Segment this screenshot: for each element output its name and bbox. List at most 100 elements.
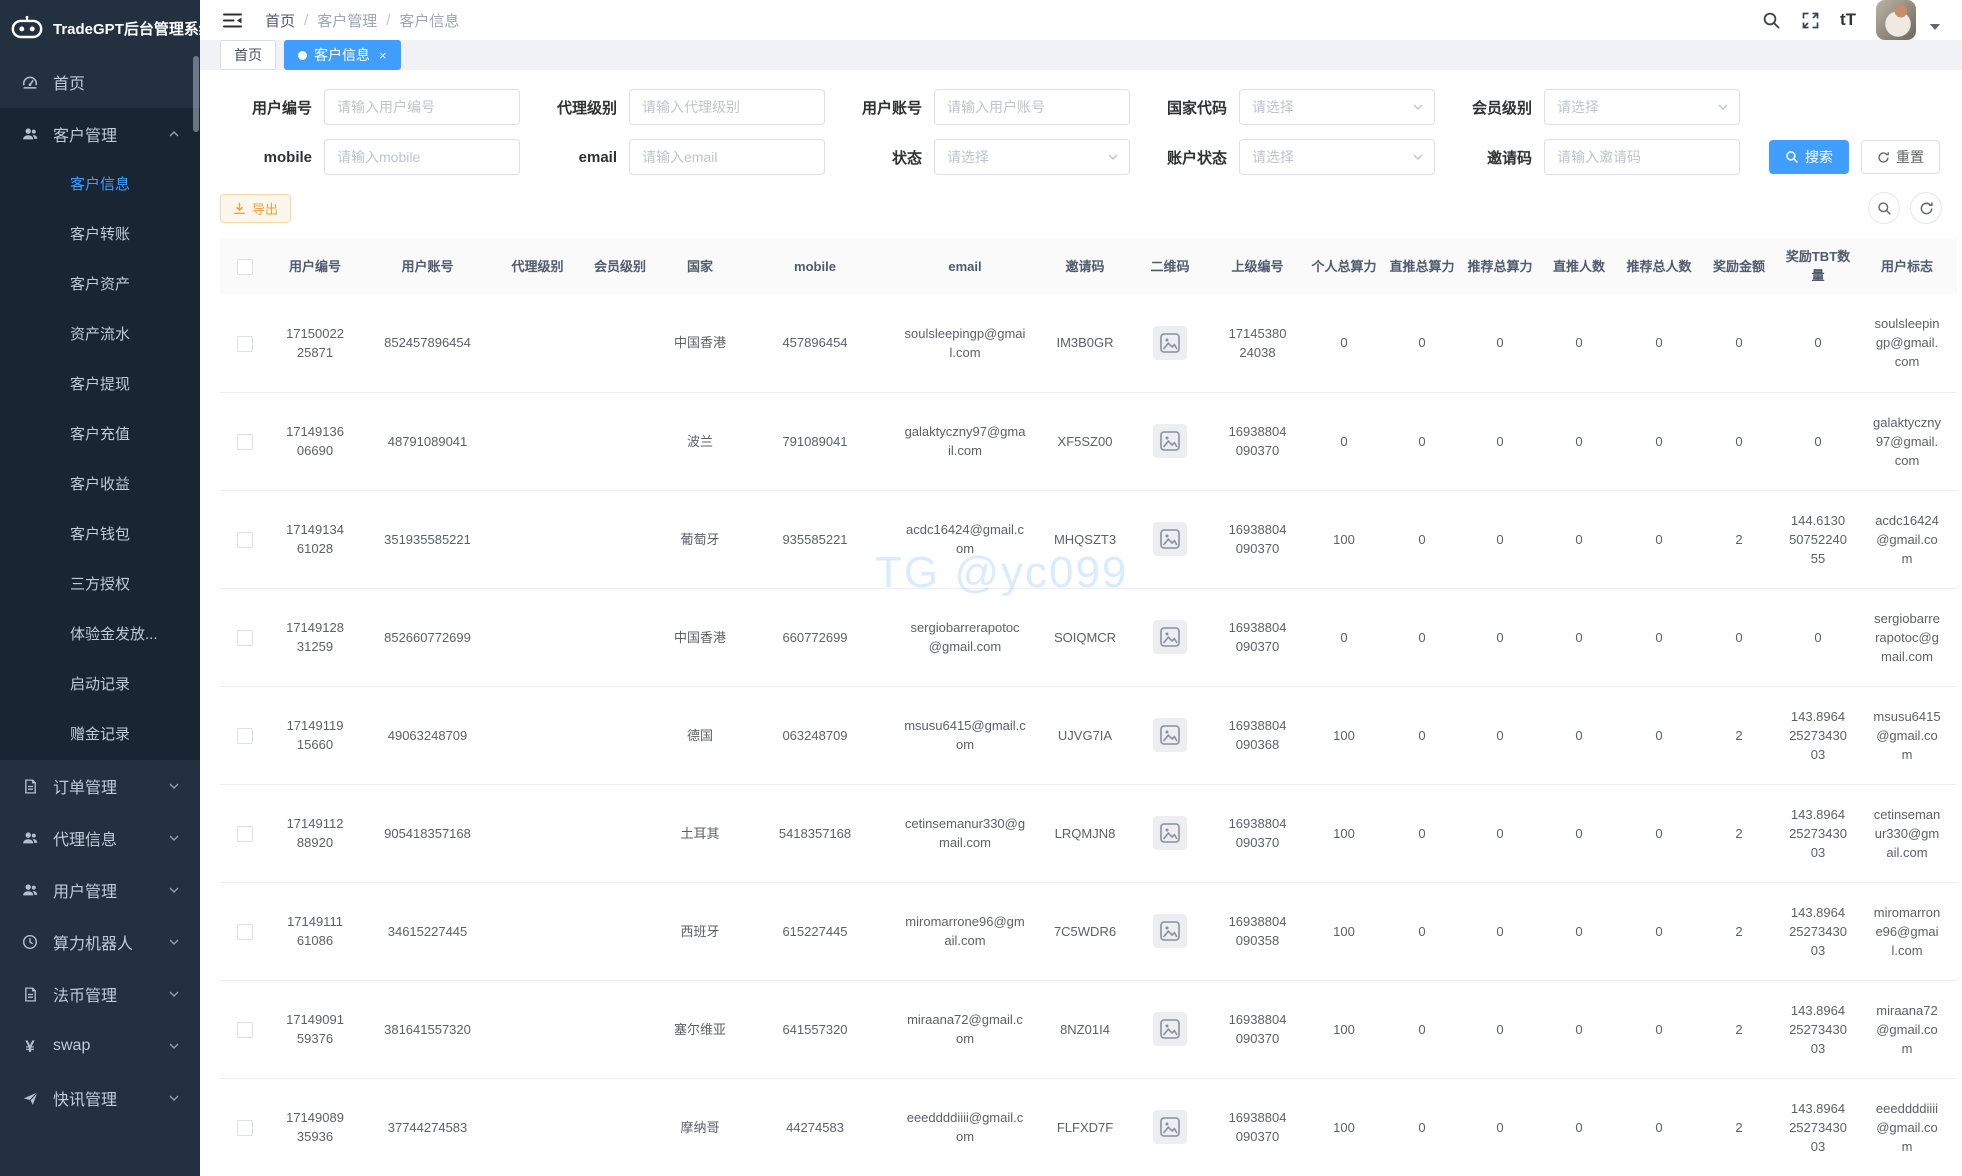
qr-code-thumbnail[interactable] — [1153, 816, 1187, 850]
sidebar-item-6[interactable]: 法币管理 — [0, 968, 200, 1020]
sidebar-subitem[interactable]: 体验金发放... — [0, 610, 200, 660]
cell-reward_tbt: 0 — [1814, 432, 1821, 451]
breadcrumb-separator: / — [304, 12, 308, 29]
caret-down-icon[interactable] — [1930, 24, 1940, 30]
row-checkbox[interactable] — [237, 336, 253, 352]
export-button[interactable]: 导出 — [220, 194, 291, 223]
cell-direct_count: 0 — [1575, 628, 1582, 647]
filter-input[interactable] — [934, 89, 1130, 125]
tab-close-icon[interactable]: × — [379, 48, 387, 63]
select-all-checkbox[interactable] — [237, 259, 253, 275]
row-checkbox[interactable] — [237, 532, 253, 548]
cell-direct_power: 0 — [1418, 1118, 1425, 1137]
cell-direct_power: 0 — [1418, 922, 1425, 941]
row-checkbox[interactable] — [237, 924, 253, 940]
filter-select[interactable]: 请选择 — [1239, 89, 1435, 125]
sidebar-subitem[interactable]: 客户信息 — [0, 160, 200, 210]
cell-reward_amount: 2 — [1735, 1020, 1742, 1039]
sidebar-scrollbar[interactable] — [193, 56, 199, 132]
reset-button[interactable]: 重置 — [1861, 140, 1940, 174]
collapse-menu-icon[interactable] — [222, 11, 243, 30]
filter-input[interactable] — [1544, 139, 1740, 175]
sidebar-subitem[interactable]: 客户充值 — [0, 410, 200, 460]
sidebar-item-3[interactable]: 代理信息 — [0, 812, 200, 864]
row-checkbox[interactable] — [237, 826, 253, 842]
user-avatar[interactable] — [1876, 0, 1916, 40]
filter-input[interactable] — [629, 139, 825, 175]
fullscreen-icon[interactable] — [1801, 11, 1820, 30]
filter-label: 用户账号 — [830, 97, 922, 118]
filter-input[interactable] — [324, 89, 520, 125]
sidebar-subitem[interactable]: 三方授权 — [0, 560, 200, 610]
cell-account: 351935585221 — [384, 530, 471, 549]
sidebar-item-4[interactable]: 用户管理 — [0, 864, 200, 916]
search-button[interactable]: 搜索 — [1769, 140, 1849, 174]
filter-form: 用户编号代理级别用户账号国家代码请选择会员级别请选择mobileemail状态请… — [220, 89, 1942, 175]
qr-code-thumbnail[interactable] — [1153, 326, 1187, 360]
qr-code-thumbnail[interactable] — [1153, 718, 1187, 752]
cell-email: acdc16424@gmail.com — [904, 520, 1026, 558]
sidebar-item-label: 法币管理 — [53, 982, 117, 1006]
column-header-qr: 二维码 — [1130, 238, 1210, 294]
breadcrumb-item[interactable]: 客户管理 — [317, 10, 377, 31]
select-all-header[interactable] — [220, 238, 270, 294]
cell-parent_id: 16938804090358 — [1229, 912, 1287, 950]
qr-code-thumbnail[interactable] — [1153, 620, 1187, 654]
breadcrumb-item[interactable]: 客户信息 — [399, 10, 459, 31]
row-checkbox[interactable] — [237, 1022, 253, 1038]
cell-referral_total: 0 — [1655, 432, 1662, 451]
sidebar-item-8[interactable]: 快讯管理 — [0, 1072, 200, 1124]
sidebar-subitem[interactable]: 客户提现 — [0, 360, 200, 410]
table-refresh-icon[interactable] — [1910, 192, 1942, 224]
filter-select[interactable]: 请选择 — [934, 139, 1130, 175]
sidebar-item-0[interactable]: 首页 — [0, 56, 200, 108]
qr-code-thumbnail[interactable] — [1153, 522, 1187, 556]
filter-input[interactable] — [629, 89, 825, 125]
row-checkbox[interactable] — [237, 630, 253, 646]
table-row: 171491191566049063248709德国063248709msusu… — [220, 686, 1957, 784]
qr-code-thumbnail[interactable] — [1153, 1012, 1187, 1046]
sidebar-subitem[interactable]: 资产流水 — [0, 310, 200, 360]
tab-item[interactable]: 首页 — [220, 40, 276, 70]
sidebar-item-1[interactable]: 客户管理 — [0, 108, 200, 160]
cell-email: cetinsemanur330@gmail.com — [904, 814, 1026, 852]
column-header-reward_amount: 奖励金额 — [1699, 238, 1779, 294]
row-checkbox[interactable] — [237, 1120, 253, 1136]
sidebar-subitem[interactable]: 客户钱包 — [0, 510, 200, 560]
filter-select[interactable]: 请选择 — [1544, 89, 1740, 125]
qr-code-thumbnail[interactable] — [1153, 914, 1187, 948]
table-row: 171491116108634615227445西班牙615227445miro… — [220, 882, 1957, 980]
tab-active[interactable]: 客户信息× — [284, 40, 401, 70]
filter-select[interactable]: 请选择 — [1239, 139, 1435, 175]
sidebar-subitem[interactable]: 客户收益 — [0, 460, 200, 510]
breadcrumb-item[interactable]: 首页 — [265, 10, 295, 31]
sidebar-subitem[interactable]: 赠金记录 — [0, 710, 200, 760]
sidebar-item-7[interactable]: ¥swap — [0, 1020, 200, 1072]
cell-mobile: 935585221 — [782, 530, 847, 549]
dashboard-icon — [20, 73, 40, 91]
cell-reward_amount: 2 — [1735, 1118, 1742, 1137]
cell-reward_amount: 0 — [1735, 628, 1742, 647]
filter-field-5: mobile — [220, 139, 525, 175]
filter-field-6: email — [525, 139, 830, 175]
row-checkbox[interactable] — [237, 434, 253, 450]
cell-user_flag: soulsleepingp@gmail.com — [1873, 314, 1941, 371]
font-size-icon[interactable]: tT — [1840, 10, 1856, 30]
search-icon[interactable] — [1762, 11, 1781, 30]
sidebar-subitem[interactable]: 客户资产 — [0, 260, 200, 310]
cell-personal_power: 100 — [1333, 1020, 1355, 1039]
table-search-toggle-icon[interactable] — [1868, 192, 1900, 224]
cell-email: miromarrone96@gmail.com — [904, 912, 1026, 950]
filter-input[interactable] — [324, 139, 520, 175]
qr-code-thumbnail[interactable] — [1153, 424, 1187, 458]
sidebar-subitem[interactable]: 客户转账 — [0, 210, 200, 260]
sidebar-item-5[interactable]: 算力机器人 — [0, 916, 200, 968]
cell-referral_power: 0 — [1496, 824, 1503, 843]
qr-code-thumbnail[interactable] — [1153, 1110, 1187, 1144]
sidebar-subitem[interactable]: 启动记录 — [0, 660, 200, 710]
row-checkbox[interactable] — [237, 728, 253, 744]
sidebar-item-2[interactable]: 订单管理 — [0, 760, 200, 812]
cell-mobile: 660772699 — [782, 628, 847, 647]
cell-invite_code: SOIQMCR — [1054, 628, 1116, 647]
chevron-down-icon — [1412, 151, 1424, 163]
